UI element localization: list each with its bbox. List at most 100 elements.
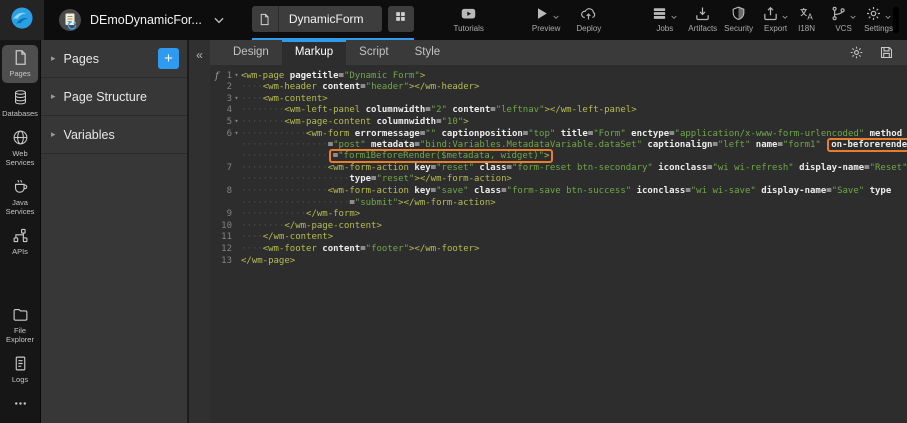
topbar-action-i18n[interactable]: A I18N xyxy=(798,5,815,33)
topbar-action-export[interactable]: Export xyxy=(762,5,789,33)
code-line[interactable]: ················="form1BeforeRender($met… xyxy=(210,151,907,163)
dots-icon xyxy=(12,395,29,412)
panel-section-label: Pages xyxy=(64,52,99,66)
topbar: DEmoDynamicFor... DynamicForm Tutorials xyxy=(0,0,907,40)
fold-caret-icon[interactable]: ▾ xyxy=(232,70,241,82)
code-line[interactable]: 13</wm-page> xyxy=(210,256,907,268)
page-tab-label: DynamicForm xyxy=(279,12,382,26)
line-number: 11 xyxy=(210,232,232,244)
code-line[interactable]: 3▾····<wm-content> xyxy=(210,93,907,105)
topbar-action-tutorials[interactable]: Tutorials xyxy=(454,5,484,33)
deploy-icon xyxy=(580,5,597,22)
topbar-action-label: Settings xyxy=(864,24,893,33)
code-line[interactable]: 9············</wm-form> xyxy=(210,209,907,221)
sidebar-item-databases[interactable]: Databases xyxy=(2,85,38,123)
topbar-action-settings[interactable]: Settings xyxy=(864,5,893,33)
chevron-down-icon xyxy=(884,13,892,21)
sidebar-item-label: APIs xyxy=(12,247,28,256)
topbar-action-deploy[interactable]: Deploy xyxy=(576,5,601,33)
line-number: 13 xyxy=(210,256,232,268)
add-page-button[interactable]: + xyxy=(158,48,179,69)
chevron-down-icon xyxy=(781,13,789,21)
code-line[interactable]: ····················="submit"></wm-form-… xyxy=(210,198,907,210)
wavemaker-logo-icon xyxy=(9,5,35,36)
editor-settings-button gear-icon[interactable] xyxy=(849,45,864,60)
editor-tabs: DesignMarkupScriptStyle xyxy=(220,40,453,65)
sidebar-item-pages[interactable]: Pages xyxy=(2,45,38,83)
project-selector[interactable]: DEmoDynamicFor... xyxy=(58,8,226,32)
line-number: 8 xyxy=(210,186,232,198)
preview-icon xyxy=(533,5,550,22)
fold-caret-icon[interactable]: ▾ xyxy=(232,116,241,128)
editor-tabbar: DesignMarkupScriptStyle xyxy=(210,40,907,65)
sidebar-item-label: Web Services xyxy=(2,149,38,167)
panel-section-variables[interactable]: ▸ Variables xyxy=(41,116,187,154)
tab-style[interactable]: Style xyxy=(402,40,454,65)
code-line[interactable]: 7················<wm-form-action key="re… xyxy=(210,163,907,175)
code-line[interactable]: 2····<wm-header content="header"></wm-he… xyxy=(210,82,907,94)
tab-design[interactable]: Design xyxy=(220,40,282,65)
pages-grid-button[interactable] xyxy=(388,6,414,32)
topbar-action-security[interactable]: Security xyxy=(724,5,753,33)
code-line[interactable]: 1▾<wm-page pagetitle="Dynamic Form"> xyxy=(210,70,907,82)
tab-script[interactable]: Script xyxy=(346,40,401,65)
line-number: 9 xyxy=(210,209,232,221)
sidebar-item-file-explorer[interactable]: File Explorer xyxy=(2,302,38,349)
rail-top-group: Pages Databases Web Services Java Servic… xyxy=(0,43,40,263)
panel-section-page-structure[interactable]: ▸ Page Structure xyxy=(41,78,187,116)
user-area-redacted xyxy=(893,7,899,33)
sidebar-item-web-services[interactable]: Web Services xyxy=(2,125,38,172)
caret-right-icon: ▸ xyxy=(51,53,56,64)
page-tab-dynamicform[interactable]: DynamicForm xyxy=(252,6,382,32)
sidebar-item-apis[interactable]: APIs xyxy=(2,223,38,261)
chevron-down-icon xyxy=(670,13,678,21)
code-editor[interactable]: f 1▾<wm-page pagetitle="Dynamic Form">2·… xyxy=(210,65,907,423)
code-line[interactable]: ················="post" metadata="bind:V… xyxy=(210,140,907,152)
line-number: 2 xyxy=(210,82,232,94)
sidebar-item-label: Logs xyxy=(12,375,28,384)
panel-section-label: Page Structure xyxy=(64,90,147,104)
module-rail: Pages Databases Web Services Java Servic… xyxy=(0,40,40,423)
caret-right-icon: ▸ xyxy=(51,129,56,140)
code-line[interactable]: 5▾········<wm-page-content columnwidth="… xyxy=(210,116,907,128)
panel-collapse-strip[interactable]: « xyxy=(187,40,210,423)
code-line[interactable]: ····················type="reset"></wm-fo… xyxy=(210,174,907,186)
topbar-action-vcs[interactable]: VCS xyxy=(830,5,857,33)
sidebar-item-logs[interactable]: Logs xyxy=(2,351,38,389)
jobs-icon xyxy=(651,5,668,22)
sidebar-item-java-services[interactable]: Java Services xyxy=(2,174,38,221)
line-number: 12 xyxy=(210,244,232,256)
highlight-annotation-box: on-beforerender xyxy=(827,138,907,152)
fold-caret-icon[interactable]: ▾ xyxy=(232,128,241,140)
code-line[interactable]: 11····</wm-content> xyxy=(210,232,907,244)
topbar-actions: Tutorials Preview Deploy Jobs xyxy=(414,0,893,40)
code-line[interactable]: 10········</wm-page-content> xyxy=(210,221,907,233)
topbar-action-jobs[interactable]: Jobs xyxy=(651,5,678,33)
code-line[interactable]: 8················<wm-form-action key="sa… xyxy=(210,186,907,198)
artifacts-icon xyxy=(694,5,711,22)
topbar-action-preview[interactable]: Preview xyxy=(532,5,560,33)
app-logo[interactable] xyxy=(0,0,44,40)
topbar-action-label: Artifacts xyxy=(688,24,717,33)
panel-section-pages[interactable]: ▸ Pages + xyxy=(41,40,187,78)
line-number: 7 xyxy=(210,163,232,175)
code-line[interactable]: 12····<wm-footer content="footer"></wm-f… xyxy=(210,244,907,256)
databases-icon xyxy=(12,89,29,106)
tab-markup[interactable]: Markup xyxy=(282,40,346,65)
fold-caret-icon[interactable]: ▾ xyxy=(232,93,241,105)
caret-right-icon: ▸ xyxy=(51,91,56,102)
code-line[interactable]: 6▾············<wm-form errormessage="" c… xyxy=(210,128,907,140)
page-file-icon xyxy=(252,6,279,32)
i18n-icon: A xyxy=(798,5,815,22)
editor-tab-actions xyxy=(849,40,894,65)
topbar-action-label: VCS xyxy=(835,24,851,33)
settings-icon xyxy=(865,5,882,22)
save-button save-icon[interactable] xyxy=(879,45,894,60)
sidebar-item-label: Java Services xyxy=(2,198,38,216)
pages-panel: ▸ Pages + ▸ Page Structure ▸ Variables xyxy=(40,40,187,423)
page-tab-group: DynamicForm xyxy=(252,0,414,40)
topbar-action-artifacts[interactable]: Artifacts xyxy=(688,5,717,33)
sidebar-item-dots[interactable] xyxy=(2,391,38,417)
panel-section-label: Variables xyxy=(64,128,115,142)
code-line[interactable]: 4········<wm-left-panel columnwidth="2" … xyxy=(210,105,907,117)
